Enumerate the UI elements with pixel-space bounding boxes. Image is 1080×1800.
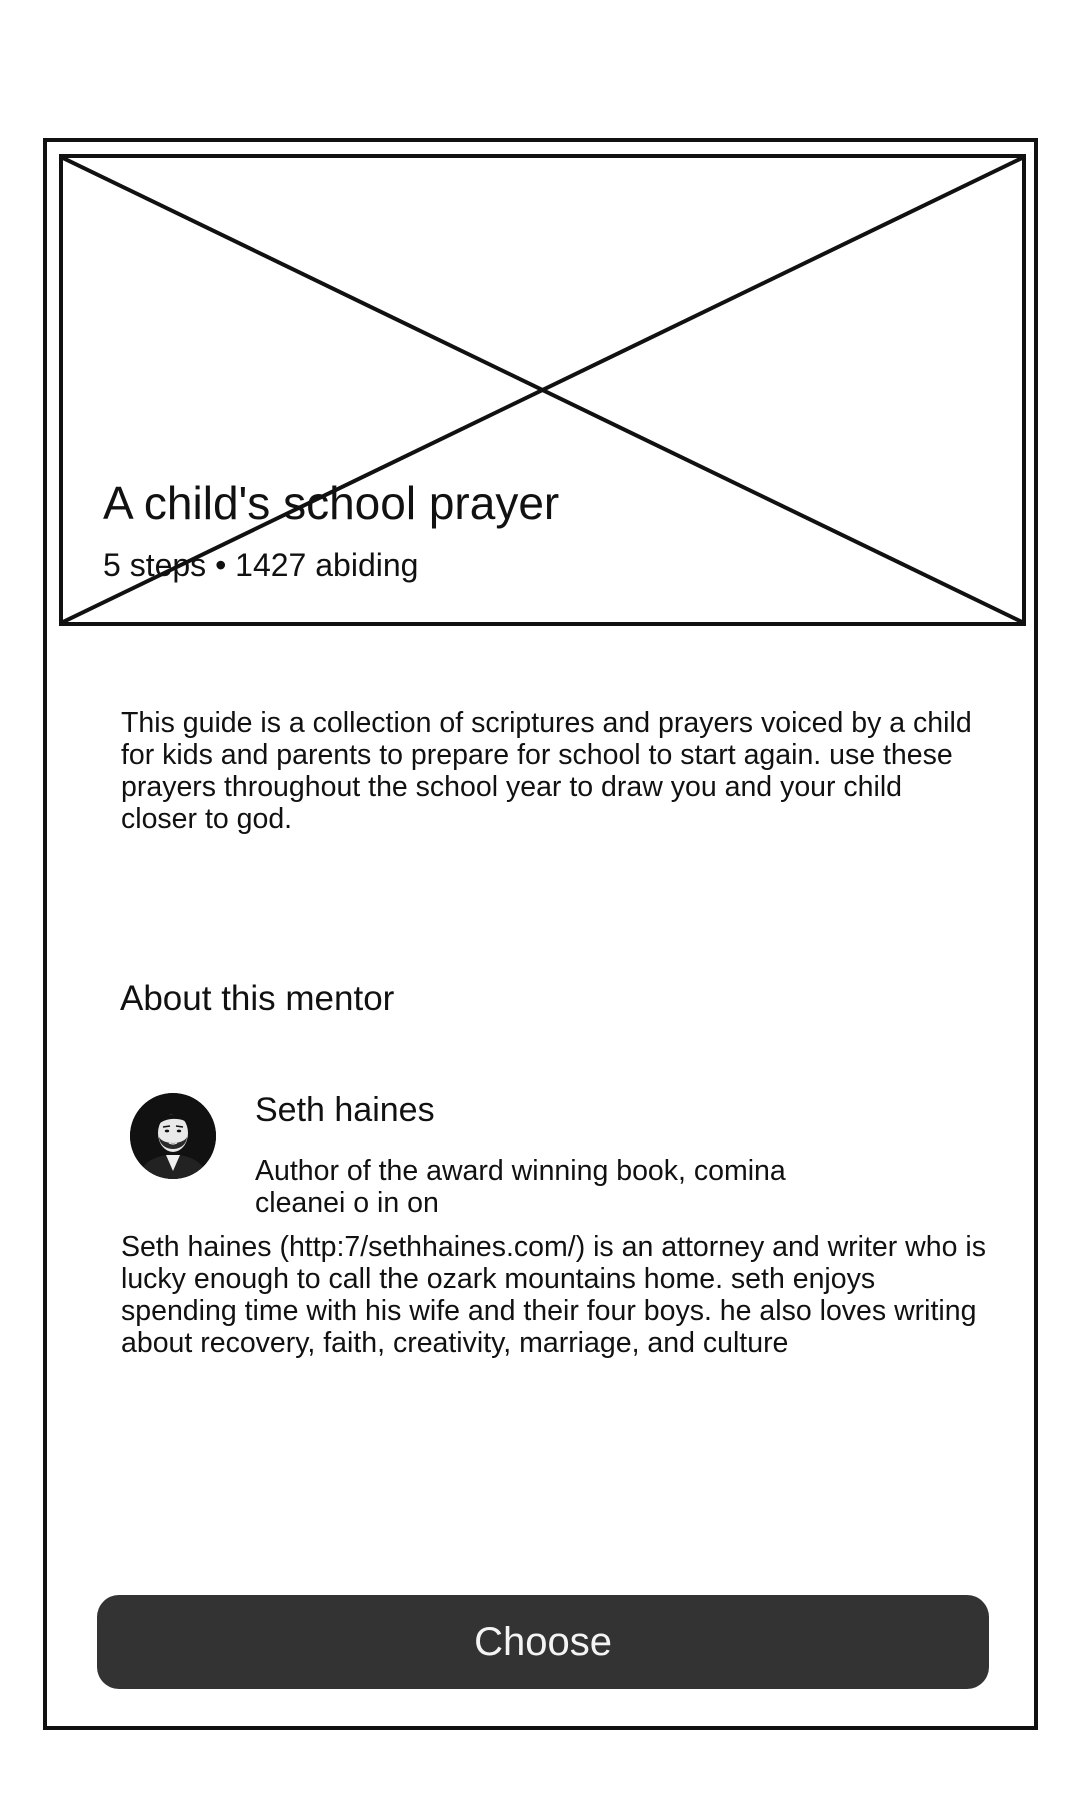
mentor-tagline: Author of the award winning book, comina… xyxy=(255,1155,786,1219)
mentor-name: Seth haines xyxy=(255,1091,435,1129)
mentor-section-heading: About this mentor xyxy=(120,979,395,1018)
mentor-bio: Seth haines (http:7/sethhaines.com/) is … xyxy=(121,1231,986,1359)
mentor-portrait-icon xyxy=(130,1093,216,1179)
guide-title: A child's school prayer xyxy=(103,477,560,529)
guide-meta: 5 steps • 1427 abiding xyxy=(103,547,419,583)
cover-image: A child's school prayer 5 steps • 1427 a… xyxy=(59,154,1026,626)
guide-detail-card: A child's school prayer 5 steps • 1427 a… xyxy=(43,138,1038,1730)
mentor-avatar xyxy=(130,1093,216,1179)
choose-button[interactable]: Choose xyxy=(97,1595,989,1689)
guide-description: This guide is a collection of scriptures… xyxy=(121,707,972,835)
